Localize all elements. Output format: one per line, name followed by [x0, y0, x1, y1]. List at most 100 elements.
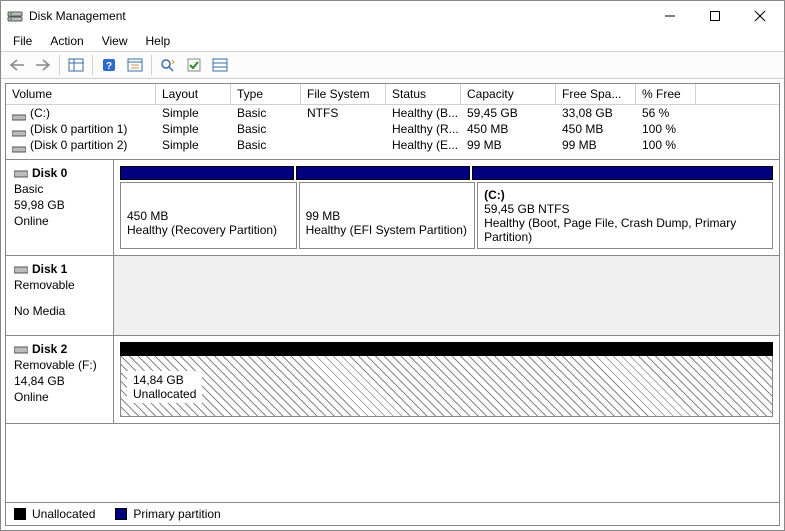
legend-unallocated-label: Unallocated [32, 507, 95, 521]
legend-unallocated: Unallocated [14, 507, 95, 521]
back-button[interactable] [5, 54, 29, 76]
properties-button[interactable] [123, 54, 147, 76]
col-volume[interactable]: Volume [6, 84, 156, 105]
content-area: Volume Layout Type File System Status Ca… [1, 79, 784, 530]
partition[interactable]: (C:) 59,45 GB NTFS Healthy (Boot, Page F… [477, 182, 773, 249]
volume-name: (Disk 0 partition 2) [30, 138, 127, 152]
volume-type: Basic [231, 121, 301, 137]
col-type[interactable]: Type [231, 84, 301, 105]
volume-row[interactable]: (Disk 0 partition 1) Simple Basic Health… [6, 121, 779, 137]
disk-row: Disk 0 Basic 59,98 GB Online 450 MB [6, 160, 779, 256]
volume-capacity: 450 MB [461, 121, 556, 137]
volume-list-header: Volume Layout Type File System Status Ca… [6, 84, 779, 105]
col-filesystem[interactable]: File System [301, 84, 386, 105]
volume-row[interactable]: (Disk 0 partition 2) Simple Basic Health… [6, 137, 779, 153]
disk-type: Removable [14, 278, 105, 292]
legend: Unallocated Primary partition [6, 502, 779, 525]
volume-icon [12, 126, 26, 134]
legend-primary: Primary partition [115, 507, 220, 521]
volume-icon [12, 110, 26, 118]
menu-help[interactable]: Help [138, 32, 179, 50]
partition-size: 450 MB [127, 209, 290, 223]
disk-name-label: Disk 2 [32, 342, 67, 356]
disk-info[interactable]: Disk 1 Removable No Media [6, 256, 114, 335]
disk-info[interactable]: Disk 2 Removable (F:) 14,84 GB Online [6, 336, 114, 423]
volume-layout: Simple [156, 105, 231, 121]
disk-info[interactable]: Disk 0 Basic 59,98 GB Online [6, 160, 114, 255]
partition-size: 59,45 GB NTFS [484, 202, 766, 216]
disk-map: Disk 0 Basic 59,98 GB Online 450 MB [5, 160, 780, 526]
unallocated-size: 14,84 GB [133, 373, 196, 387]
disk-partitions: 14,84 GB Unallocated [114, 336, 779, 423]
disk-type: Basic [14, 182, 105, 196]
disk-row: Disk 1 Removable No Media [6, 256, 779, 336]
col-layout[interactable]: Layout [156, 84, 231, 105]
unallocated-space[interactable]: 14,84 GB Unallocated [120, 342, 773, 417]
menu-view[interactable]: View [94, 32, 136, 50]
disk-map-spacer [6, 424, 779, 502]
partition-status: Healthy (Recovery Partition) [127, 223, 290, 237]
menubar: File Action View Help [1, 31, 784, 51]
svg-text:?: ? [106, 61, 112, 72]
volume-pctfree: 56 % [636, 105, 696, 121]
volume-name: (Disk 0 partition 1) [30, 122, 127, 136]
menu-file[interactable]: File [5, 32, 40, 50]
volume-status: Healthy (E... [386, 137, 461, 153]
partition-title [306, 195, 469, 209]
strip-segment [472, 166, 773, 180]
toolbar-separator [92, 55, 93, 75]
volume-fs: NTFS [301, 105, 386, 121]
list-view-button[interactable] [208, 54, 232, 76]
partition-size: 99 MB [306, 209, 469, 223]
close-button[interactable] [737, 2, 782, 31]
col-status[interactable]: Status [386, 84, 461, 105]
partition-strip [120, 166, 773, 180]
partition[interactable]: 99 MB Healthy (EFI System Partition) [299, 182, 476, 249]
partition[interactable]: 450 MB Healthy (Recovery Partition) [120, 182, 297, 249]
window-title: Disk Management [29, 9, 647, 23]
app-icon [7, 8, 23, 24]
col-spacer [696, 84, 779, 105]
show-hide-tree-button[interactable] [64, 54, 88, 76]
action-check-button[interactable] [182, 54, 206, 76]
no-media-area[interactable] [114, 256, 779, 335]
volume-type: Basic [231, 105, 301, 121]
disk-name-label: Disk 0 [32, 166, 67, 180]
maximize-button[interactable] [692, 2, 737, 31]
col-capacity[interactable]: Capacity [461, 84, 556, 105]
volume-layout: Simple [156, 137, 231, 153]
disk-row: Disk 2 Removable (F:) 14,84 GB Online 14… [6, 336, 779, 424]
disk-partitions: 450 MB Healthy (Recovery Partition) 99 M… [114, 160, 779, 255]
strip-segment [296, 166, 470, 180]
volume-row[interactable]: (C:) Simple Basic NTFS Healthy (B... 59,… [6, 105, 779, 121]
minimize-button[interactable] [647, 2, 692, 31]
volume-fs [301, 121, 386, 137]
col-pctfree[interactable]: % Free [636, 84, 696, 105]
volume-status: Healthy (R... [386, 121, 461, 137]
volume-pctfree: 100 % [636, 121, 696, 137]
help-button[interactable]: ? [97, 54, 121, 76]
volume-capacity: 59,45 GB [461, 105, 556, 121]
disk-icon [14, 264, 28, 274]
legend-primary-label: Primary partition [133, 507, 220, 521]
volume-fs [301, 137, 386, 153]
disk-size: 14,84 GB [14, 374, 105, 388]
volume-capacity: 99 MB [461, 137, 556, 153]
disk-icon [14, 344, 28, 354]
window-frame: Disk Management File Action View Help [0, 0, 785, 531]
menu-action[interactable]: Action [42, 32, 91, 50]
swatch-primary-icon [115, 508, 127, 520]
disk-status: No Media [14, 304, 105, 318]
volume-free: 450 MB [556, 121, 636, 137]
forward-button[interactable] [31, 54, 55, 76]
strip-segment [120, 166, 294, 180]
col-freespace[interactable]: Free Spa... [556, 84, 636, 105]
toolbar: ? [1, 51, 784, 79]
disk-type: Removable (F:) [14, 358, 105, 372]
disk-status: Online [14, 214, 105, 228]
disk-name-label: Disk 1 [32, 262, 67, 276]
volume-list[interactable]: Volume Layout Type File System Status Ca… [5, 83, 780, 160]
volume-free: 99 MB [556, 137, 636, 153]
disk-status: Online [14, 390, 105, 404]
refresh-button[interactable] [156, 54, 180, 76]
